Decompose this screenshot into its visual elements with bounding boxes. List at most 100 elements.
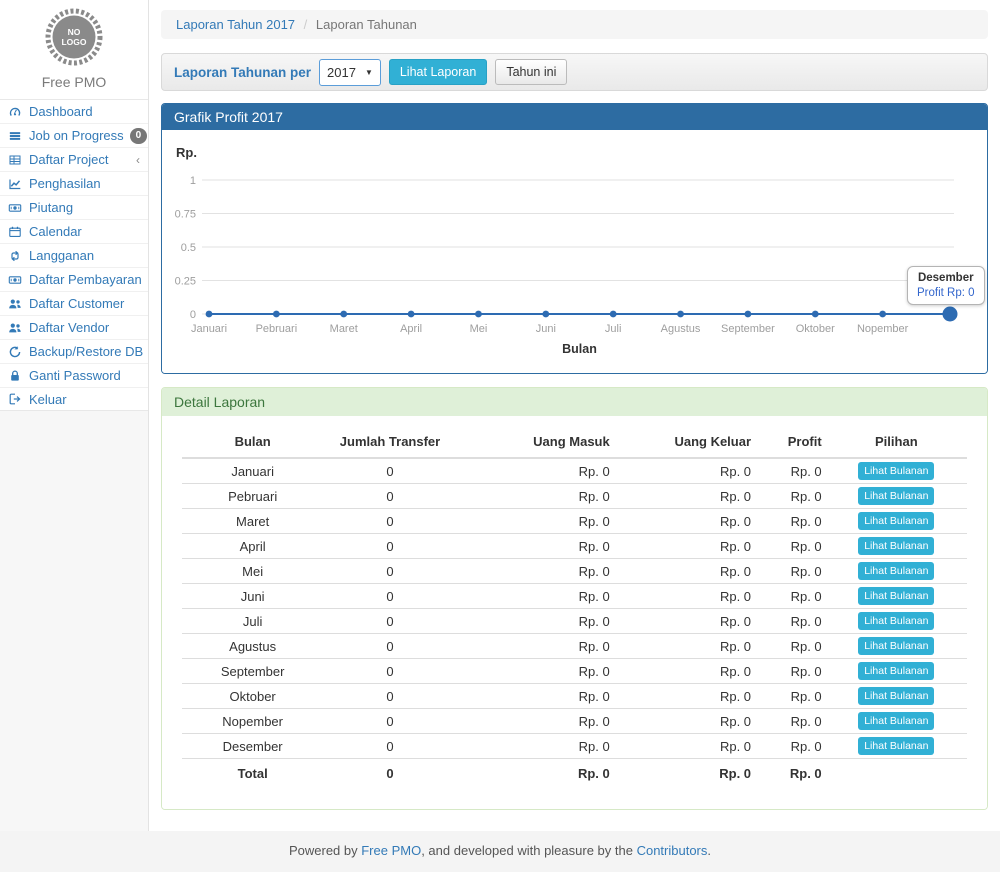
sidebar-item-daftar-customer[interactable]: Daftar Customer <box>0 291 148 315</box>
x-tick-label: Oktober <box>796 323 835 335</box>
sidebar-item-backup-restore-db[interactable]: Backup/Restore DB <box>0 339 148 363</box>
cell-profit: Rp. 0 <box>755 484 826 509</box>
table-header-row: BulanJumlah TransferUang MasukUang Kelua… <box>182 426 967 458</box>
lihat-bulanan-button[interactable]: Lihat Bulanan <box>858 612 934 630</box>
lihat-bulanan-button[interactable]: Lihat Bulanan <box>858 562 934 580</box>
cell-uang-keluar: Rp. 0 <box>614 509 755 534</box>
brand-name: Free PMO <box>0 74 148 90</box>
report-table: BulanJumlah TransferUang MasukUang Kelua… <box>182 426 967 785</box>
cell-bulan: Pebruari <box>182 484 323 509</box>
cell-uang-masuk: Rp. 0 <box>457 509 614 534</box>
chart-panel-title: Grafik Profit 2017 <box>162 104 987 130</box>
cell-uang-keluar: Rp. 0 <box>614 458 755 484</box>
lihat-laporan-button[interactable]: Lihat Laporan <box>389 59 487 85</box>
logo-block: NO LOGO Free PMO <box>0 0 148 99</box>
cell-jumlah-transfer: 0 <box>323 484 456 509</box>
cell-profit: Rp. 0 <box>755 634 826 659</box>
column-header-bulan: Bulan <box>182 426 323 458</box>
column-header-jumlah-transfer: Jumlah Transfer <box>323 426 456 458</box>
sidebar-item-ganti-password[interactable]: Ganti Password <box>0 363 148 387</box>
chart-tooltip: Desember Profit Rp: 0 <box>907 266 985 305</box>
cell-pilihan: Lihat Bulanan <box>826 709 967 734</box>
chart-point[interactable] <box>879 311 886 318</box>
total-cell-uang-masuk: Rp. 0 <box>457 759 614 786</box>
chart-point-hovered[interactable] <box>943 307 958 322</box>
free-pmo-link[interactable]: Free PMO <box>361 843 421 858</box>
sidebar-item-keluar[interactable]: Keluar <box>0 387 148 411</box>
cell-pilihan: Lihat Bulanan <box>826 534 967 559</box>
cell-bulan: Oktober <box>182 684 323 709</box>
lihat-bulanan-button[interactable]: Lihat Bulanan <box>858 462 934 480</box>
cell-jumlah-transfer: 0 <box>323 559 456 584</box>
cell-uang-masuk: Rp. 0 <box>457 609 614 634</box>
lihat-bulanan-button[interactable]: Lihat Bulanan <box>858 637 934 655</box>
lock-icon <box>8 369 23 383</box>
sidebar-menu: DashboardJob on Progress0Daftar Project‹… <box>0 99 148 411</box>
x-tick-label: Maret <box>330 323 358 335</box>
tahun-ini-button[interactable]: Tahun ini <box>495 59 567 85</box>
sidebar-item-penghasilan[interactable]: Penghasilan <box>0 171 148 195</box>
detail-panel-body: BulanJumlah TransferUang MasukUang Kelua… <box>162 416 987 809</box>
filter-label: Laporan Tahunan per <box>174 65 311 80</box>
cell-uang-keluar: Rp. 0 <box>614 684 755 709</box>
y-tick-label: 0.25 <box>175 276 196 288</box>
contributors-link[interactable]: Contributors <box>637 843 708 858</box>
x-tick-label: Januari <box>191 323 227 335</box>
lihat-bulanan-button[interactable]: Lihat Bulanan <box>858 737 934 755</box>
chart-tooltip-title: Desember <box>917 272 975 284</box>
tasks-icon <box>8 129 23 143</box>
cell-pilihan: Lihat Bulanan <box>826 458 967 484</box>
cell-uang-keluar: Rp. 0 <box>614 484 755 509</box>
cell-jumlah-transfer: 0 <box>323 534 456 559</box>
table-row: Juni0Rp. 0Rp. 0Rp. 0Lihat Bulanan <box>182 584 967 609</box>
lihat-bulanan-button[interactable]: Lihat Bulanan <box>858 687 934 705</box>
lihat-bulanan-button[interactable]: Lihat Bulanan <box>858 512 934 530</box>
lihat-bulanan-button[interactable]: Lihat Bulanan <box>858 487 934 505</box>
cell-uang-masuk: Rp. 0 <box>457 659 614 684</box>
breadcrumb-link[interactable]: Laporan Tahun 2017 <box>176 17 295 32</box>
sidebar-item-daftar-vendor[interactable]: Daftar Vendor <box>0 315 148 339</box>
lihat-bulanan-button[interactable]: Lihat Bulanan <box>858 537 934 555</box>
lihat-bulanan-button[interactable]: Lihat Bulanan <box>858 662 934 680</box>
count-badge: 0 <box>130 128 148 144</box>
chart-point[interactable] <box>475 311 482 318</box>
chart-point[interactable] <box>542 311 549 318</box>
chart-point[interactable] <box>340 311 347 318</box>
cell-pilihan: Lihat Bulanan <box>826 659 967 684</box>
total-cell-profit: Rp. 0 <box>755 759 826 786</box>
x-axis-title: Bulan <box>562 342 597 356</box>
sidebar-item-calendar[interactable]: Calendar <box>0 219 148 243</box>
table-row: Pebruari0Rp. 0Rp. 0Rp. 0Lihat Bulanan <box>182 484 967 509</box>
chart-point[interactable] <box>273 311 280 318</box>
footer-text-suffix: . <box>707 843 711 858</box>
sidebar-item-job-on-progress[interactable]: Job on Progress0 <box>0 123 148 147</box>
chart-point[interactable] <box>677 311 684 318</box>
chart-point[interactable] <box>745 311 752 318</box>
table-row: Maret0Rp. 0Rp. 0Rp. 0Lihat Bulanan <box>182 509 967 534</box>
sidebar-item-label: Daftar Pembayaran <box>29 272 142 287</box>
cell-uang-keluar: Rp. 0 <box>614 584 755 609</box>
chart-point[interactable] <box>610 311 617 318</box>
table-icon <box>8 153 23 167</box>
lihat-bulanan-button[interactable]: Lihat Bulanan <box>858 712 934 730</box>
cell-profit: Rp. 0 <box>755 534 826 559</box>
cell-pilihan: Lihat Bulanan <box>826 484 967 509</box>
table-row: Januari0Rp. 0Rp. 0Rp. 0Lihat Bulanan <box>182 458 967 484</box>
year-select[interactable]: 2017 ▼ <box>319 59 381 86</box>
sidebar-item-daftar-project[interactable]: Daftar Project‹ <box>0 147 148 171</box>
table-row: September0Rp. 0Rp. 0Rp. 0Lihat Bulanan <box>182 659 967 684</box>
footer: Powered by Free PMO, and developed with … <box>0 831 1000 872</box>
sidebar-item-label: Langganan <box>29 248 94 263</box>
app-layout: NO LOGO Free PMO DashboardJob on Progres… <box>0 0 1000 831</box>
sidebar-item-daftar-pembayaran[interactable]: Daftar Pembayaran <box>0 267 148 291</box>
chart-point[interactable] <box>206 311 213 318</box>
chart-point[interactable] <box>812 311 819 318</box>
sidebar-item-langganan[interactable]: Langganan <box>0 243 148 267</box>
chart-point[interactable] <box>408 311 415 318</box>
sidebar-item-dashboard[interactable]: Dashboard <box>0 99 148 123</box>
lihat-bulanan-button[interactable]: Lihat Bulanan <box>858 587 934 605</box>
sidebar-item-piutang[interactable]: Piutang <box>0 195 148 219</box>
line-chart-icon <box>8 177 23 191</box>
cell-jumlah-transfer: 0 <box>323 684 456 709</box>
x-tick-label: April <box>400 323 422 335</box>
